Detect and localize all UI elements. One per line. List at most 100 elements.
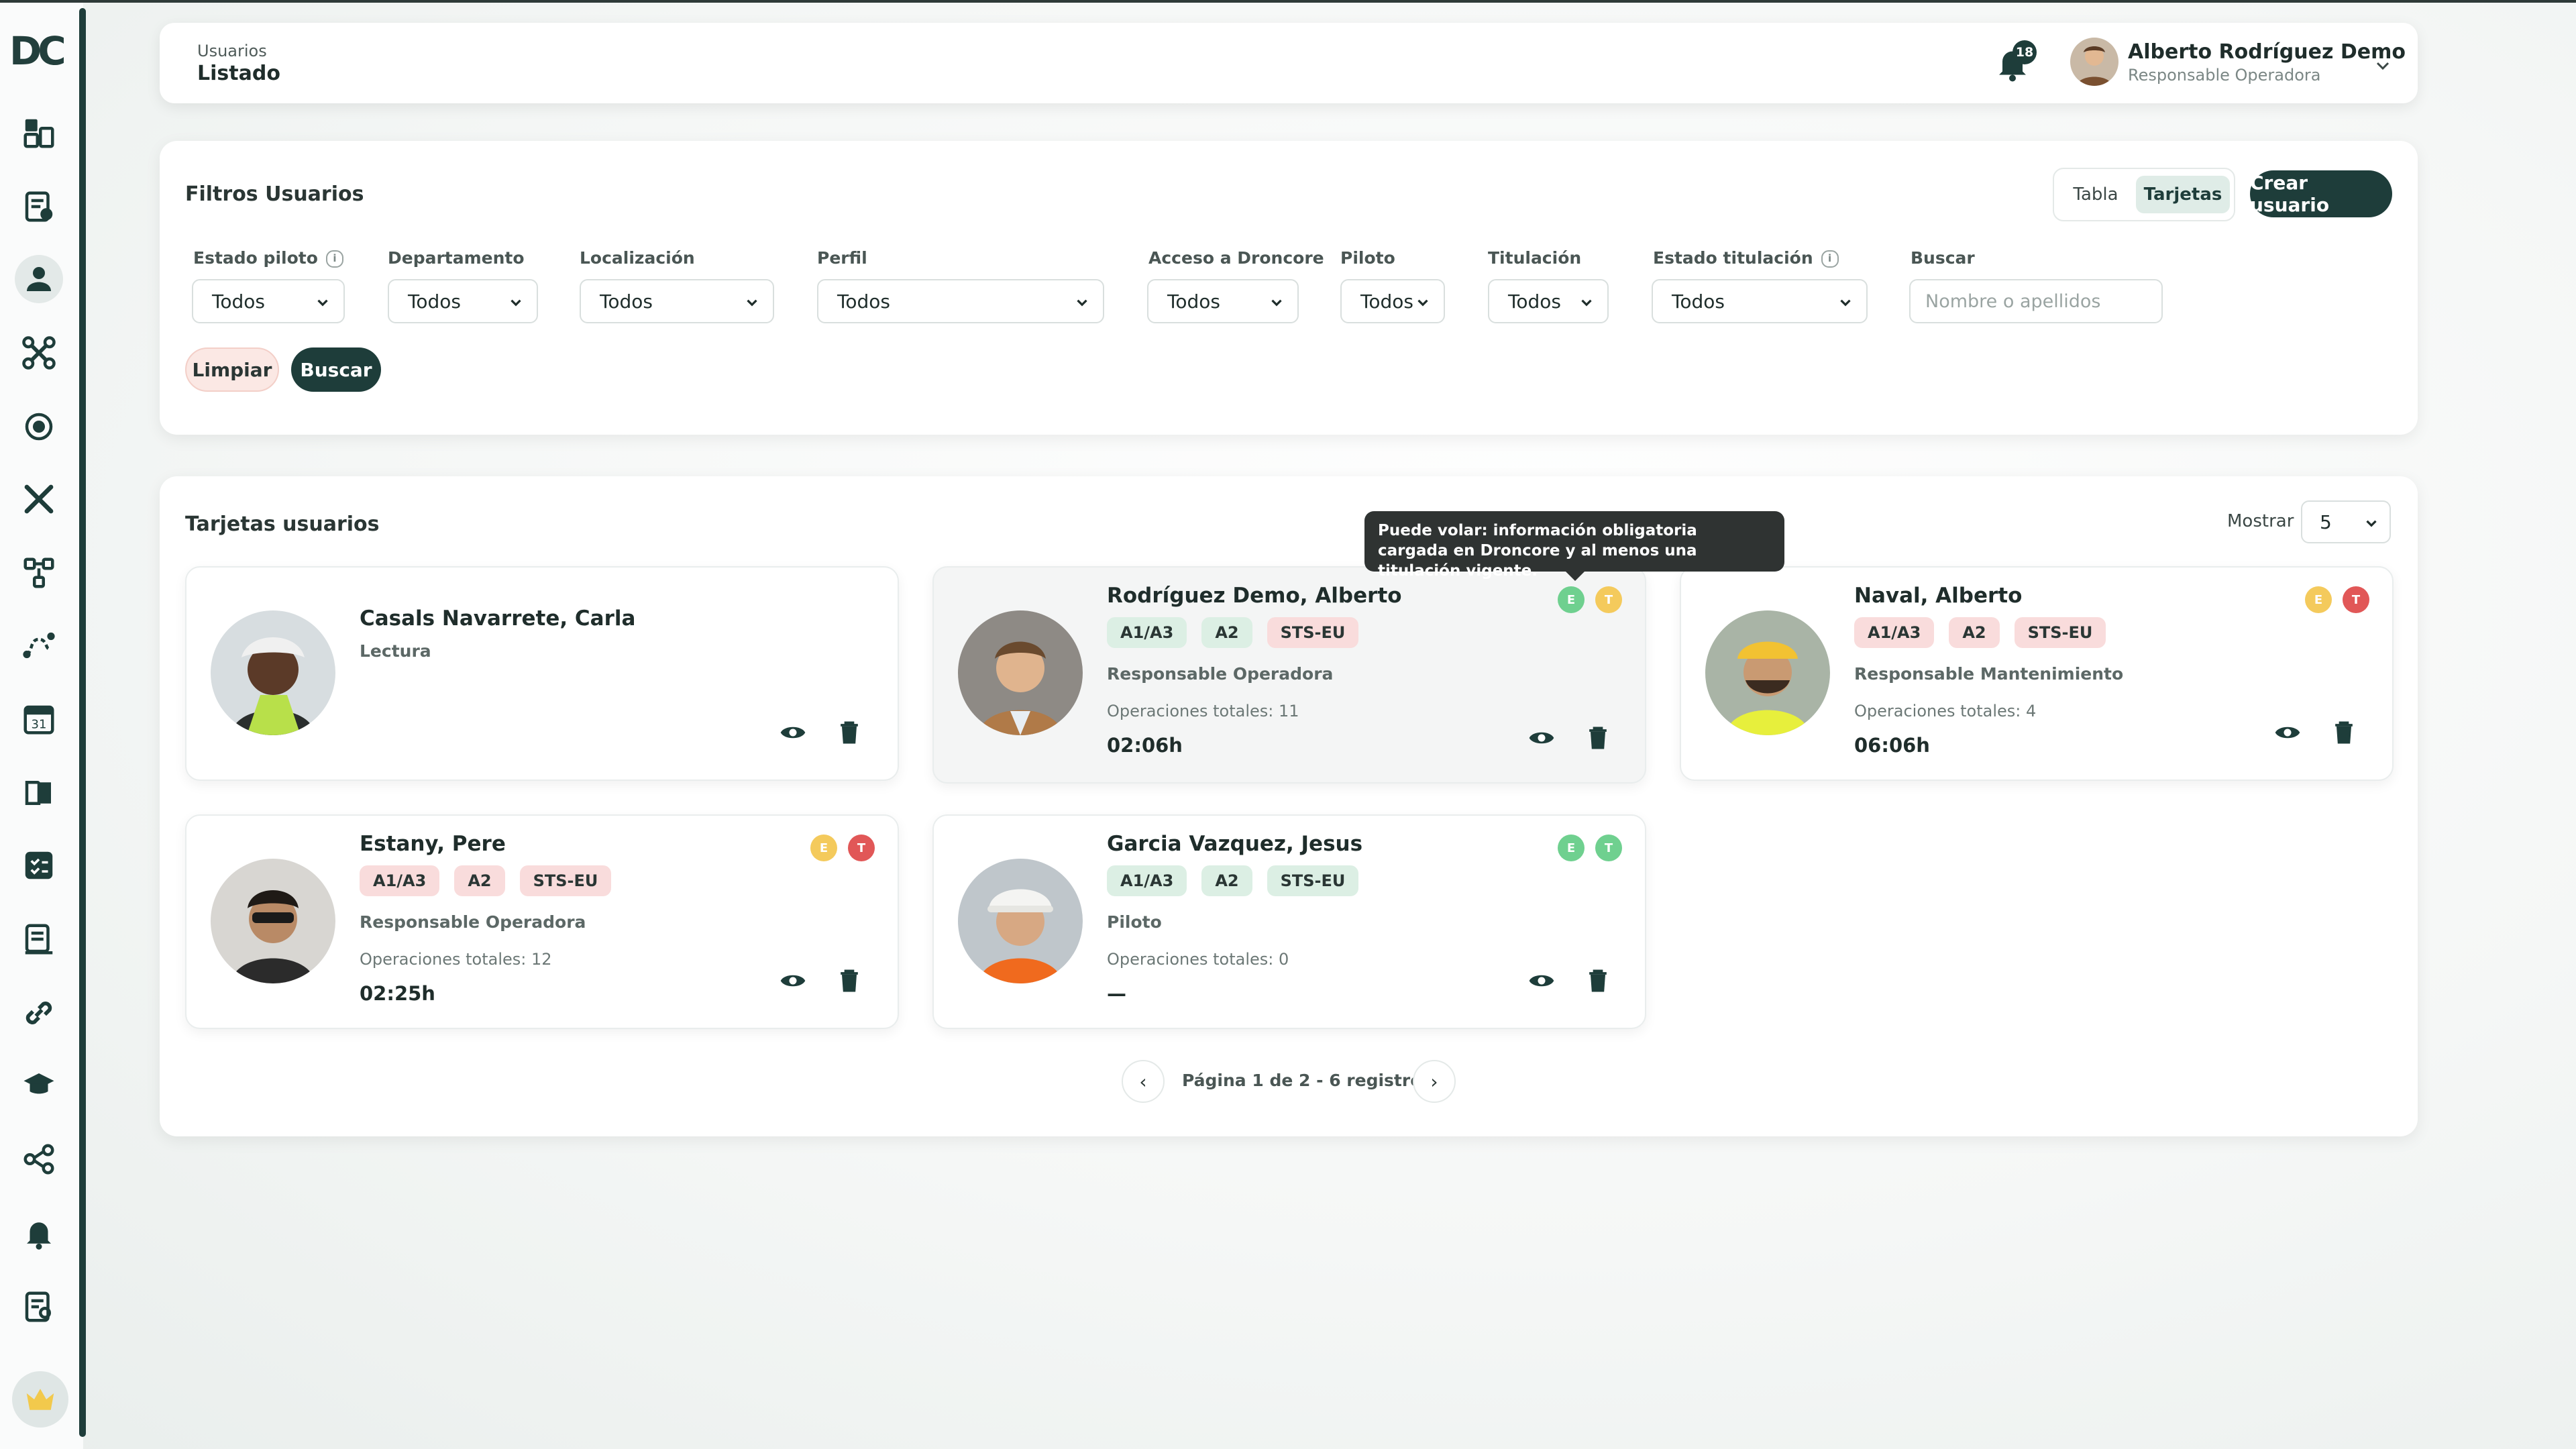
filter-label-pilot: Piloto — [1340, 248, 1395, 268]
sidebar: DC 31 — [0, 3, 86, 1449]
pagination-info: Página 1 de 2 - 6 registros — [1182, 1071, 1432, 1090]
eye-icon[interactable] — [778, 718, 808, 747]
view-table-button[interactable]: Tabla — [2062, 176, 2129, 213]
page-size-select[interactable]: 5 — [2301, 500, 2391, 543]
trash-icon[interactable] — [835, 966, 864, 996]
app-logo[interactable]: DC — [9, 28, 74, 74]
status-badge-t[interactable]: T — [848, 835, 875, 861]
user-role: Responsable Operadora — [360, 912, 586, 932]
eye-icon[interactable] — [1527, 966, 1556, 996]
filter-qualification-status-select[interactable]: Todos — [1652, 279, 1868, 323]
create-user-button[interactable]: Crear usuario — [2250, 170, 2392, 217]
chevron-down-icon[interactable] — [2372, 55, 2394, 76]
tag-a1a3: A1/A3 — [1107, 865, 1187, 896]
info-icon[interactable]: i — [325, 250, 343, 268]
view-toggle: Tabla Tarjetas — [2053, 168, 2235, 221]
filter-profile-select[interactable]: Todos — [817, 279, 1104, 323]
sidebar-item-documents[interactable] — [15, 182, 63, 231]
trash-icon[interactable] — [1583, 723, 1613, 753]
sidebar-item-dashboard[interactable] — [15, 109, 63, 157]
filter-qualification-select[interactable]: Todos — [1488, 279, 1609, 323]
eye-icon[interactable] — [1527, 723, 1556, 753]
next-page-button[interactable]: › — [1413, 1060, 1456, 1103]
prev-page-button[interactable]: ‹ — [1122, 1060, 1165, 1103]
filter-label-location: Localización — [580, 248, 695, 268]
user-card[interactable]: Naval, Alberto A1/A3 A2 STS-EU Responsab… — [1680, 566, 2394, 781]
sidebar-item-calendar[interactable]: 31 — [15, 695, 63, 743]
sidebar-item-globe[interactable] — [15, 402, 63, 451]
filter-access-select[interactable]: Todos — [1147, 279, 1299, 323]
filter-pilot-status-select[interactable]: Todos — [192, 279, 345, 323]
drone-icon — [22, 336, 56, 370]
view-cards-button[interactable]: Tarjetas — [2136, 176, 2230, 213]
user-name: Rodríguez Demo, Alberto — [1107, 584, 1402, 608]
sidebar-item-drones[interactable] — [15, 329, 63, 377]
status-badge-t[interactable]: T — [1595, 586, 1622, 613]
filter-location-select[interactable]: Todos — [580, 279, 774, 323]
user-card[interactable]: Rodríguez Demo, Alberto A1/A3 A2 STS-EU … — [932, 566, 1646, 784]
user-card[interactable]: Garcia Vazquez, Jesus A1/A3 A2 STS-EU Pi… — [932, 814, 1646, 1029]
sidebar-item-training[interactable] — [15, 1061, 63, 1110]
sidebar-item-flows[interactable] — [15, 549, 63, 597]
sidebar-item-routes[interactable] — [15, 621, 63, 669]
flight-hours: — — [1107, 982, 1126, 1005]
chevron-down-icon — [1581, 299, 1592, 307]
sidebar-premium[interactable] — [12, 1371, 68, 1428]
filter-pilot-select[interactable]: Todos — [1340, 279, 1445, 323]
filter-department-select[interactable]: Todos — [388, 279, 538, 323]
link-icon — [25, 1002, 52, 1024]
sidebar-item-notifications[interactable] — [15, 1209, 63, 1257]
status-badge-e[interactable]: E — [810, 835, 837, 861]
search-input[interactable]: Nombre o apellidos — [1909, 279, 2163, 323]
sidebar-item-share[interactable] — [15, 1135, 63, 1183]
status-badge-e[interactable]: E — [1558, 586, 1585, 613]
clear-filters-button[interactable]: Limpiar — [185, 347, 279, 392]
sidebar-item-links[interactable] — [15, 989, 63, 1037]
chevron-down-icon — [317, 299, 328, 307]
total-operations: Operaciones totales: 4 — [1854, 702, 2037, 720]
sidebar-item-reports[interactable] — [15, 915, 63, 963]
status-badge-e[interactable]: E — [1558, 835, 1585, 861]
search-button[interactable]: Buscar — [291, 347, 381, 392]
user-avatar[interactable] — [2070, 38, 2118, 86]
user-card[interactable]: Casals Navarrete, Carla Lectura — [185, 566, 899, 781]
status-badge-e[interactable]: E — [2305, 586, 2332, 613]
user-photo — [1705, 610, 1830, 735]
trash-icon[interactable] — [835, 718, 864, 747]
sidebar-item-audit[interactable] — [15, 1283, 63, 1331]
tag-a2: A2 — [1949, 617, 2000, 648]
sidebar-item-logbook[interactable] — [15, 769, 63, 817]
eye-icon[interactable] — [2273, 718, 2302, 747]
flight-hours: 02:06h — [1107, 734, 1183, 757]
user-role: Responsable Operadora — [1107, 664, 1334, 684]
top-header: Usuarios Listado 18 Alberto Rodríguez De… — [160, 23, 2418, 103]
page-size-label: Mostrar — [2227, 511, 2294, 531]
qualification-tags: A1/A3 A2 STS-EU — [1854, 617, 2106, 648]
filter-label-access: Acceso a Droncore — [1148, 248, 1324, 268]
tag-a2: A2 — [1201, 617, 1252, 648]
user-name: Estany, Pere — [360, 832, 506, 856]
status-badge-t[interactable]: T — [1595, 835, 1622, 861]
dashboard-icon — [23, 119, 54, 148]
cards-title: Tarjetas usuarios — [185, 513, 380, 536]
status-badge-t[interactable]: T — [2343, 586, 2369, 613]
sidebar-item-users[interactable] — [15, 255, 63, 303]
sidebar-scrollbar[interactable] — [79, 8, 86, 1437]
user-role: Piloto — [1107, 912, 1162, 932]
notifications-count-badge: 18 — [2012, 40, 2037, 64]
trash-icon[interactable] — [2329, 718, 2359, 747]
trash-icon[interactable] — [1583, 966, 1613, 996]
tag-sts-eu: STS-EU — [1267, 617, 1359, 648]
breadcrumb-parent[interactable]: Usuarios — [197, 42, 267, 60]
flight-hours: 02:25h — [360, 982, 435, 1005]
eye-icon[interactable] — [778, 966, 808, 996]
users-icon — [27, 267, 51, 291]
sidebar-item-checklists[interactable] — [15, 841, 63, 890]
user-card[interactable]: Estany, Pere A1/A3 A2 STS-EU Responsable… — [185, 814, 899, 1029]
globe-icon — [25, 413, 53, 441]
info-icon[interactable]: i — [1821, 250, 1839, 268]
graduation-cap-icon — [23, 1073, 54, 1094]
sidebar-item-maintenance[interactable] — [15, 475, 63, 523]
tag-a2: A2 — [454, 865, 505, 896]
user-name[interactable]: Alberto Rodríguez Demo — [2128, 40, 2406, 64]
